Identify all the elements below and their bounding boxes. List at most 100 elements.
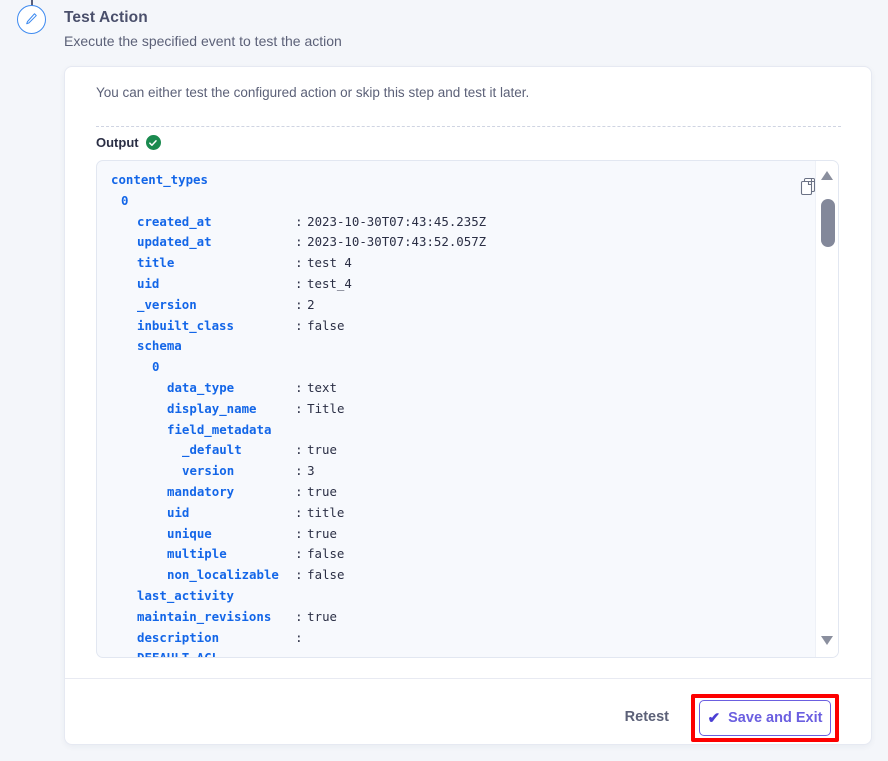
- tree-value: false: [307, 567, 345, 583]
- check-glyph: [149, 139, 157, 146]
- tree-value: Title: [307, 400, 345, 416]
- tree-key: content_types: [111, 172, 208, 187]
- tree-separator: :: [295, 317, 303, 333]
- tree-row: inbuilt_class: false: [97, 316, 797, 337]
- tree-separator: :: [295, 296, 303, 312]
- tree-row: _version:2: [97, 295, 797, 316]
- tree-key: 0: [121, 192, 129, 208]
- tree-separator: :: [295, 525, 303, 541]
- tree-separator: :: [295, 400, 303, 416]
- tree-row: 0: [97, 357, 797, 378]
- output-viewer[interactable]: content_types 0 created_at:2023-10-30T07:4…: [96, 160, 839, 658]
- tree-value: false: [307, 317, 345, 333]
- tree-row: uid: test_4: [97, 274, 797, 295]
- tree-separator: :: [295, 379, 303, 395]
- json-tree: content_types 0 created_at:2023-10-30T07:4…: [97, 170, 797, 658]
- scrollbar-thumb[interactable]: [820, 199, 835, 247]
- tree-row: schema: [97, 336, 797, 357]
- tree-key: inbuilt_class: [137, 317, 234, 333]
- step-rail: [10, 0, 54, 60]
- tree-key: updated_at: [137, 234, 212, 250]
- tree-key: mandatory: [167, 483, 235, 499]
- tree-row: _default: true: [97, 440, 797, 461]
- save-and-exit-label: Save and Exit: [728, 710, 823, 726]
- tree-row: last_activity: [97, 586, 797, 607]
- tree-key: maintain_revisions: [137, 608, 272, 624]
- tree-key: uid: [167, 504, 190, 520]
- output-scrollbar[interactable]: [815, 161, 838, 657]
- triangle-down-icon[interactable]: [821, 636, 833, 645]
- tree-separator: :: [295, 483, 303, 499]
- tree-separator: :: [295, 463, 303, 479]
- tree-key: description: [137, 629, 220, 645]
- tree-separator: :: [295, 275, 303, 291]
- tree-row: version:3: [97, 461, 797, 482]
- tree-separator: :: [295, 608, 303, 624]
- card-dashed-divider: [96, 126, 841, 127]
- tree-key: unique: [167, 525, 212, 541]
- tree-key: DEFAULT_ACL: [137, 650, 220, 658]
- tree-row: updated_at:2023-10-30T07:43:52.057Z: [97, 232, 797, 253]
- tree-row: non_localizable: false: [97, 565, 797, 586]
- tree-key: title: [137, 255, 175, 271]
- heading-block: Test Action Execute the specified event …: [64, 8, 342, 50]
- tree-key: _version: [137, 296, 197, 312]
- tree-key: 0: [152, 359, 160, 375]
- tree-row: created_at:2023-10-30T07:43:45.235Z: [97, 212, 797, 233]
- tree-separator: :: [295, 504, 303, 520]
- tree-key: uid: [137, 275, 160, 291]
- tree-value: true: [307, 442, 337, 458]
- tree-row: multiple: false: [97, 544, 797, 565]
- tree-value: true: [307, 483, 337, 499]
- tree-row: content_types: [97, 170, 797, 191]
- retest-button[interactable]: Retest: [619, 701, 675, 733]
- tree-row: 0: [97, 191, 797, 212]
- tree-key: non_localizable: [167, 567, 279, 583]
- tree-value: 2023-10-30T07:43:45.235Z: [307, 213, 487, 229]
- tree-key: display_name: [167, 400, 257, 416]
- tree-key: last_activity: [137, 587, 234, 603]
- tree-separator: :: [295, 629, 303, 645]
- tree-key: schema: [137, 338, 182, 354]
- tree-separator: :: [295, 213, 303, 229]
- save-and-exit-button[interactable]: ✔ Save and Exit: [699, 700, 831, 736]
- tree-row: data_type: text: [97, 378, 797, 399]
- test-action-card: You can either test the configured actio…: [64, 66, 872, 745]
- tree-row: mandatory: true: [97, 482, 797, 503]
- tree-row: display_name: Title: [97, 399, 797, 420]
- tree-value: 2: [307, 296, 315, 312]
- tree-value: test_4: [307, 275, 352, 291]
- check-circle-icon: [145, 135, 161, 150]
- tree-separator: :: [295, 255, 303, 271]
- tree-row: description:: [97, 628, 797, 649]
- tree-row: unique: true: [97, 524, 797, 545]
- tree-key: _default: [182, 442, 242, 458]
- tree-row: title: test 4: [97, 253, 797, 274]
- tree-row: DEFAULT_ACL: [97, 648, 797, 658]
- page-title: Test Action: [64, 9, 148, 26]
- tree-value: false: [307, 546, 345, 562]
- tree-row: uid: title: [97, 503, 797, 524]
- tree-value: test 4: [307, 255, 352, 271]
- tree-key: field_metadata: [167, 421, 272, 437]
- tree-key: version: [182, 463, 235, 479]
- output-label: Output: [96, 135, 139, 150]
- page-subtitle: Execute the specified event to test the …: [64, 33, 342, 49]
- pencil-glyph: [26, 13, 37, 25]
- pencil-icon[interactable]: [17, 5, 46, 34]
- tree-value: 2023-10-30T07:43:52.057Z: [307, 234, 487, 250]
- tree-separator: :: [295, 442, 303, 458]
- triangle-up-icon[interactable]: [821, 171, 833, 180]
- tree-separator: :: [295, 546, 303, 562]
- output-label-row: Output: [96, 135, 161, 150]
- tree-row: field_metadata: [97, 420, 797, 441]
- tree-separator: :: [295, 234, 303, 250]
- tree-key: data_type: [167, 379, 235, 395]
- tree-key: multiple: [167, 546, 227, 562]
- tree-value: text: [307, 379, 337, 395]
- tree-key: created_at: [137, 213, 212, 229]
- tree-value: true: [307, 525, 337, 541]
- card-hint-text: You can either test the configured actio…: [96, 85, 530, 100]
- tree-row: maintain_revisions: true: [97, 607, 797, 628]
- footer-divider: [65, 678, 871, 679]
